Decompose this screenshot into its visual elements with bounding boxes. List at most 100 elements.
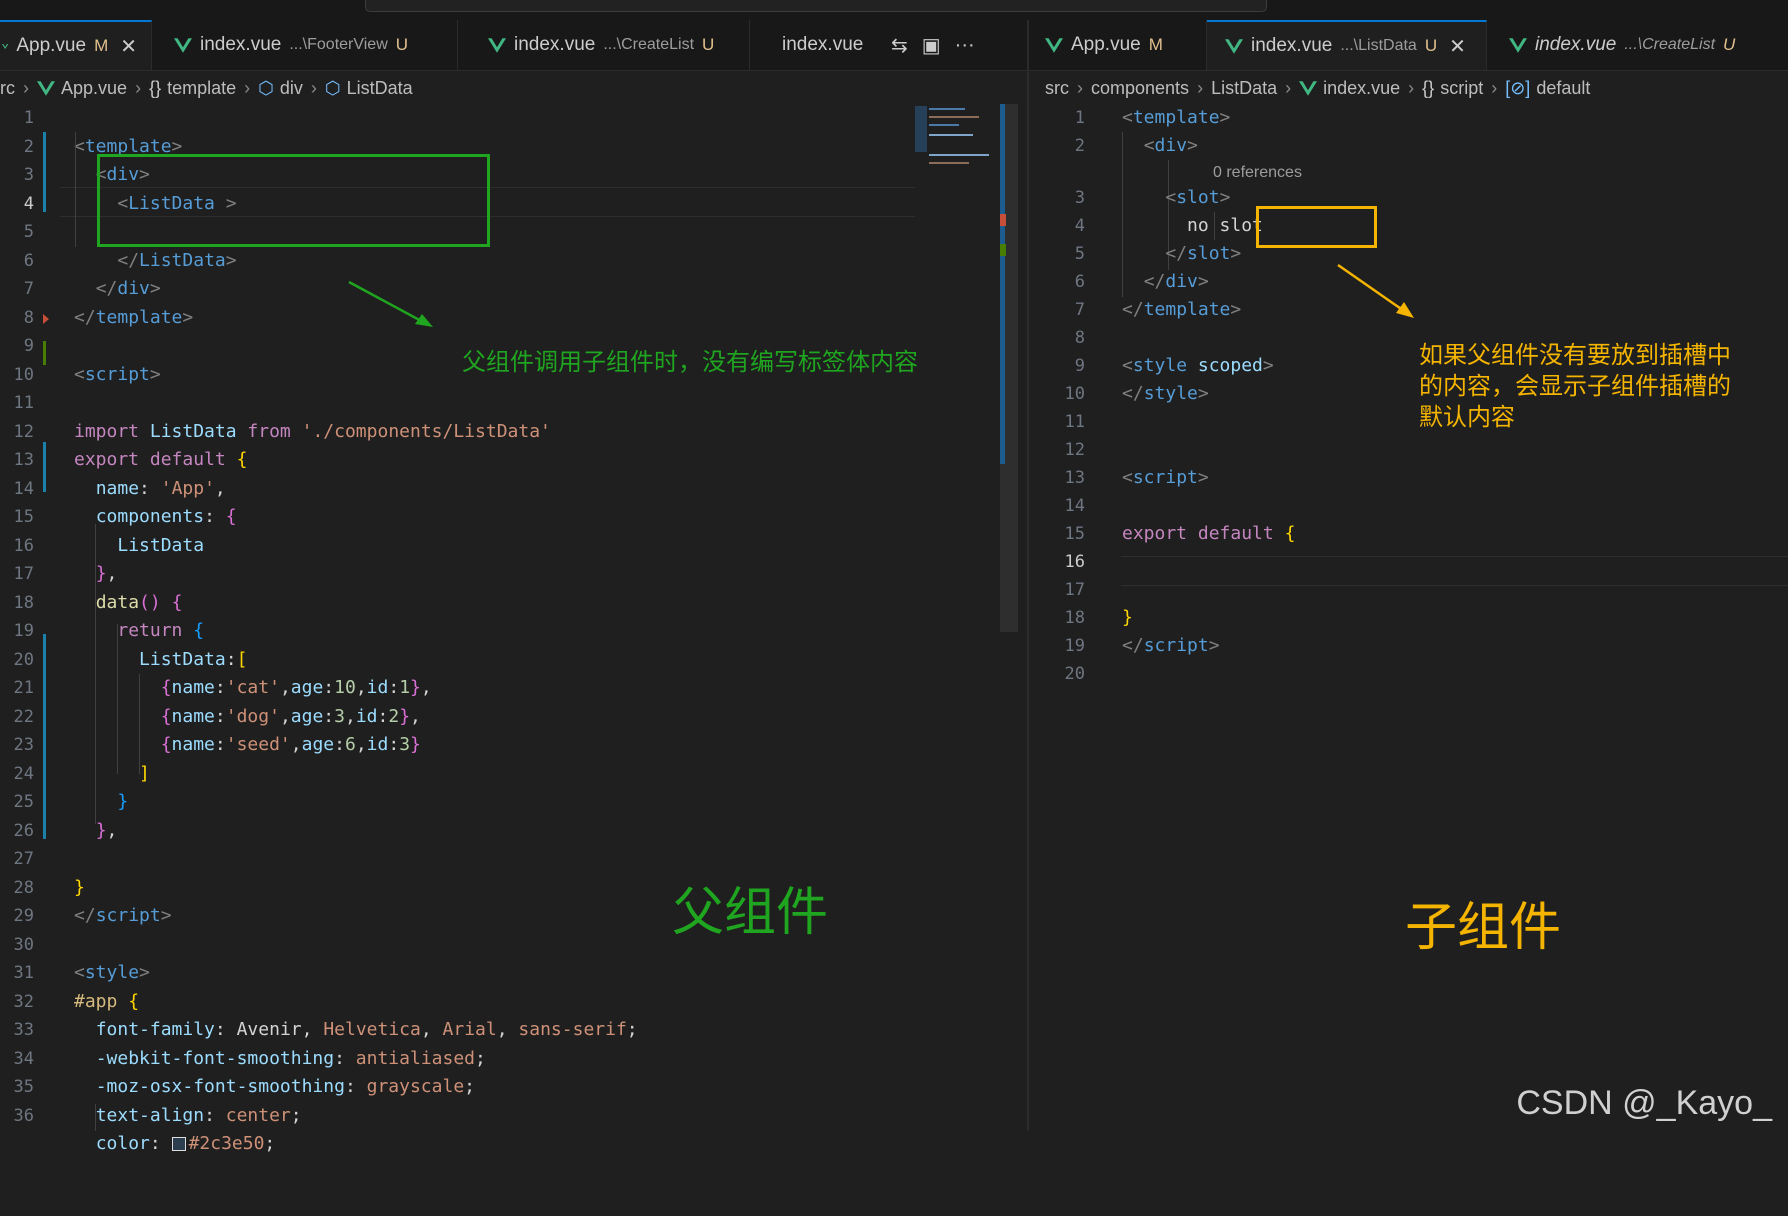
breadcrumb-file[interactable]: index.vue (1323, 78, 1400, 99)
left-pane-label: 父组件 (672, 883, 829, 943)
breadcrumb-template[interactable]: template (167, 78, 236, 99)
right-pane-label: 子组件 (1405, 898, 1562, 958)
indent-guide (95, 1104, 96, 1131)
right-code: <template> <div> 0 references <slot> no … (1122, 107, 1302, 656)
untracked-badge: U (1723, 35, 1736, 54)
modified-badge: M (94, 36, 109, 55)
git-modified-marker (43, 442, 46, 492)
chevron-right-icon: › (1197, 77, 1204, 98)
indent-guide (75, 132, 76, 247)
chevron-right-icon: › (1077, 77, 1083, 98)
breadcrumb-script[interactable]: script (1440, 78, 1483, 99)
variable-icon: [⊘] (1505, 77, 1531, 98)
scroll-marker-deleted (1000, 214, 1006, 226)
tab-path: ...\ListData (1340, 37, 1417, 54)
arrow-icon (348, 280, 433, 327)
left-code: <template> <div> <ListData > </ListData>… (74, 135, 638, 1155)
git-modified-marker (43, 634, 46, 839)
breadcrumb-default[interactable]: default (1536, 78, 1590, 99)
tab-listdata-index[interactable]: index.vue ...\ListData U ✕ (1207, 20, 1487, 70)
tab-label: index.vue (514, 34, 596, 55)
line-numbers: 1 2 3 4 5 6 7 8 9 10 11 12 13 14 15 16 17 18 19 20 21 22 23 24 2… (13, 108, 34, 1126)
indent-guide (117, 624, 118, 774)
color-swatch[interactable] (171, 1137, 186, 1151)
git-added-marker (43, 341, 46, 365)
tab-label: App.vue (1071, 34, 1141, 55)
braces-icon: {} (149, 77, 162, 98)
untracked-badge: U (702, 35, 715, 54)
breadcrumb-src[interactable]: rc (0, 78, 15, 99)
chevron-right-icon: › (1408, 77, 1415, 98)
more-actions-icon[interactable]: ··· (955, 34, 975, 57)
breadcrumb-listdata[interactable]: ListData (347, 78, 413, 99)
tab-label: index.vue (200, 34, 282, 55)
chevron-right-icon: › (1285, 77, 1292, 98)
chevron-right-icon: › (244, 77, 251, 98)
vue-icon (488, 37, 506, 53)
breadcrumb-file[interactable]: App.vue (61, 78, 127, 99)
editor-actions: ⇆ ▣ ··· (875, 20, 991, 70)
watermark: CSDN @_Kayo_ (1516, 1084, 1772, 1122)
vue-icon (37, 80, 55, 96)
left-editor[interactable]: 1 2 3 4 5 6 7 8 9 10 11 12 13 14 15 16 17 18 19 20 21 22 23 24 2… (0, 104, 1027, 1154)
breadcrumb-listdata[interactable]: ListData (1211, 78, 1277, 99)
tab-path: ...\CreateList (603, 36, 695, 53)
title-bar (0, 0, 1788, 20)
vue-icon (1225, 38, 1243, 54)
indent-guide (139, 674, 140, 774)
chevron-right-icon: › (310, 77, 317, 98)
right-breadcrumb: src › components › ListData › index.vue › {}… (1045, 72, 1590, 104)
tab-label: index.vue (1251, 35, 1333, 56)
arrow-icon (1337, 263, 1414, 318)
git-deleted-marker (43, 314, 49, 324)
tab-label: App.vue (16, 35, 87, 56)
cube-icon: ⬡ (324, 77, 341, 98)
right-tab-bar: App.vue M index.vue ...\ListData U ✕ ind… (1029, 20, 1788, 71)
close-icon[interactable]: ✕ (1449, 34, 1466, 59)
compare-changes-icon[interactable]: ⇆ (891, 33, 908, 58)
tab-createlist-index[interactable]: index.vue ...\CreateList U (458, 20, 750, 70)
codelens-references[interactable]: 0 references (1213, 162, 1302, 184)
close-icon[interactable]: ✕ (120, 34, 137, 59)
modified-badge: M (1148, 35, 1163, 54)
breadcrumb-div[interactable]: div (280, 78, 303, 99)
tab-index-vue[interactable]: index.vue (750, 20, 875, 70)
vue-icon (1299, 80, 1318, 96)
current-line-highlight (1121, 556, 1788, 586)
chevron-right-icon: › (23, 77, 29, 98)
highlight-box-slot (1256, 206, 1377, 248)
tab-app-vue[interactable]: App.vue M ✕ (0, 20, 152, 70)
right-editor[interactable]: 1 2 3 4 5 6 7 8 9 10 11 12 13 14 15 16 1… (1029, 104, 1788, 1131)
git-modified-marker (43, 132, 46, 212)
vue-icon (1509, 37, 1527, 53)
vue-icon (1045, 37, 1063, 53)
vue-icon (2, 43, 9, 49)
tab-label: index.vue (1535, 34, 1617, 55)
indent-guide (95, 524, 96, 824)
right-annotation-note: 如果父组件没有要放到插槽中 的内容，会显示子组件插槽的 默认内容 (1419, 341, 1731, 431)
breadcrumb-components[interactable]: components (1091, 78, 1189, 99)
scroll-marker-added (1000, 244, 1006, 256)
vue-icon (174, 37, 192, 53)
untracked-badge: U (1424, 36, 1438, 55)
chevron-right-icon: › (1491, 77, 1498, 98)
command-center-search[interactable] (365, 0, 1267, 12)
untracked-badge: U (395, 35, 409, 54)
minimap[interactable] (915, 104, 995, 174)
tab-path: ...\FooterView (289, 36, 388, 53)
tab-app-vue[interactable]: App.vue M (1029, 20, 1207, 70)
chevron-right-icon: › (135, 77, 142, 98)
tab-path: ...\CreateList (1624, 36, 1716, 53)
left-annotation-note: 父组件调用子组件时，没有编写标签体内容 (462, 348, 918, 376)
tab-footerview-index[interactable]: index.vue ...\FooterView U (152, 20, 458, 70)
left-tab-bar: App.vue M ✕ index.vue ...\FooterView U i… (0, 20, 1027, 71)
tab-label: index.vue (782, 34, 864, 55)
split-editor-icon[interactable]: ▣ (922, 33, 941, 58)
braces-icon: {} (1422, 77, 1435, 98)
tab-createlist-index[interactable]: index.vue ...\CreateList U (1487, 20, 1787, 70)
highlight-box-listdata (97, 154, 490, 247)
scrollbar-thumb-highlight (1000, 104, 1005, 464)
breadcrumb-src[interactable]: src (1045, 78, 1069, 99)
cube-icon: ⬡ (258, 77, 274, 98)
left-breadcrumb: rc › App.vue › {} template › ⬡ div › ⬡ ListData (0, 72, 413, 104)
